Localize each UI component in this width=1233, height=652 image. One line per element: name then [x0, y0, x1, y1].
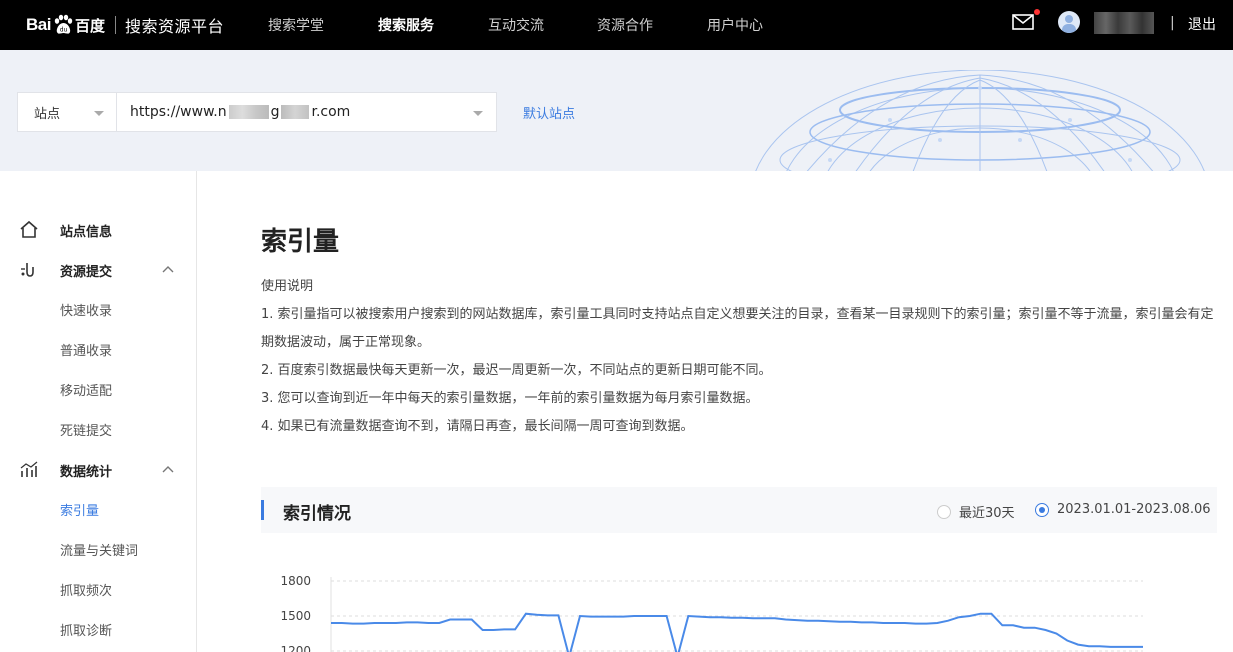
- url-prefix: https://www.: [130, 104, 218, 120]
- chevron-down-icon: [473, 111, 483, 116]
- sidebar-group-label: 站点信息: [60, 225, 113, 240]
- nav-search-service[interactable]: 搜索服务: [378, 15, 434, 35]
- notes-heading: 使用说明: [261, 279, 314, 294]
- username-redacted[interactable]: [1094, 12, 1154, 34]
- index-volume-chart: 1800 1500 1200: [280, 574, 1143, 652]
- sidebar-item-fast-index[interactable]: 快速收录: [60, 300, 112, 319]
- home-icon: [20, 220, 38, 238]
- y-tick-label: 1200: [280, 644, 311, 652]
- y-tick-label: 1500: [280, 609, 311, 623]
- site-type-select[interactable]: 站点: [17, 92, 116, 132]
- note-2: 2. 百度索引数据最快每天更新一次，最迟一周更新一次，不同站点的更新日期可能不同…: [261, 363, 772, 378]
- sidebar-item-crawl-diagnosis[interactable]: 抓取诊断: [60, 620, 112, 639]
- avatar[interactable]: [1058, 11, 1080, 33]
- site-type-label: 站点: [34, 106, 61, 122]
- section-accent-bar: [261, 500, 264, 520]
- radio-last-30-days[interactable]: 最近30天: [937, 502, 1015, 521]
- link-icon: [21, 263, 34, 277]
- sidebar-item-crawl-frequency[interactable]: 抓取频次: [60, 580, 112, 599]
- platform-title: 搜索资源平台: [124, 17, 224, 36]
- globe-decoration: [755, 70, 1205, 171]
- index-volume-series-line[interactable]: [331, 612, 1143, 652]
- paw-icon: du: [54, 14, 73, 34]
- sidebar-item-index-volume[interactable]: 索引量: [60, 500, 99, 519]
- url-part-2: g: [270, 104, 280, 120]
- usage-notes: 使用说明 1. 索引量指可以被搜索用户搜索到的网站数据库，索引量工具同时支持站点…: [261, 273, 1221, 441]
- sidebar-group-label: 资源提交: [60, 265, 113, 280]
- url-suffix: r.com: [311, 104, 351, 120]
- nav-interaction[interactable]: 互动交流: [488, 15, 544, 35]
- logo-separator: [114, 16, 116, 34]
- site-url-select[interactable]: https://www. n g r.com: [116, 92, 497, 132]
- bar-chart-icon: [20, 461, 38, 477]
- radio-circle: [1035, 502, 1049, 517]
- logo-du-text: 百度: [74, 16, 105, 35]
- chevron-up-icon: [162, 266, 174, 273]
- sidebar-group-resource-submit[interactable]: 资源提交: [0, 255, 196, 285]
- default-site-link[interactable]: 默认站点: [523, 103, 575, 122]
- notification-dot: [1034, 9, 1040, 15]
- radio-circle: [937, 504, 951, 519]
- site-banner: 站点 https://www. n g r.com 默认站点: [0, 50, 1233, 171]
- nav-search-academy[interactable]: 搜索学堂: [268, 15, 324, 35]
- y-tick-label: 1800: [280, 574, 311, 588]
- svg-text:du: du: [60, 27, 68, 34]
- sidebar-item-site-info[interactable]: 站点信息: [0, 215, 196, 245]
- top-navigation-bar: Bai du 百度 搜索资源平台 搜索学堂 搜索服务 互动交流 资源合作 用户中…: [0, 0, 1233, 50]
- sidebar-item-traffic-keywords[interactable]: 流量与关键词: [60, 540, 138, 559]
- note-1: 1. 索引量指可以被搜索用户搜索到的网站数据库，索引量工具同时支持站点自定义想要…: [261, 307, 1214, 350]
- note-3: 3. 您可以查询到近一年中每天的索引量数据，一年前的索引量数据为每月索引量数据。: [261, 391, 759, 406]
- sidebar-item-normal-index[interactable]: 普通收录: [60, 340, 112, 359]
- url-redacted-2: [281, 105, 310, 119]
- index-section-header: 索引情况 最近30天 2023.01.01-2023.08.06: [261, 487, 1217, 533]
- sidebar: 站点信息 资源提交 快速收录 普通收录 移动适配 死链提交 数据统计 索引量 流…: [0, 171, 197, 652]
- sidebar-group-data-stats[interactable]: 数据统计: [0, 455, 196, 485]
- radio-label: 最近30天: [959, 506, 1015, 521]
- mail-icon[interactable]: [1012, 13, 1034, 31]
- nav-user-center[interactable]: 用户中心: [707, 15, 763, 35]
- logout-link[interactable]: 退出: [1188, 14, 1216, 34]
- section-title: 索引情况: [283, 504, 351, 524]
- chevron-down-icon: [94, 111, 104, 116]
- radio-label: 2023.01.01-2023.08.06: [1057, 502, 1211, 517]
- nav-resource-cooperation[interactable]: 资源合作: [597, 15, 653, 35]
- chevron-up-icon: [162, 466, 174, 473]
- url-redacted-1: [228, 105, 269, 119]
- sidebar-item-dead-link[interactable]: 死链提交: [60, 420, 112, 439]
- page-title: 索引量: [261, 227, 340, 257]
- baidu-logo[interactable]: Bai du 百度 搜索资源平台: [26, 12, 224, 38]
- radio-date-range[interactable]: 2023.01.01-2023.08.06: [1035, 502, 1211, 517]
- nav-divider: |: [1170, 15, 1175, 31]
- sidebar-group-label: 数据统计: [60, 465, 113, 480]
- sidebar-item-mobile-adapt[interactable]: 移动适配: [60, 380, 112, 399]
- url-part-1: n: [217, 104, 227, 120]
- logo-bai-text: Bai: [26, 15, 51, 34]
- main-content: 索引量 使用说明 1. 索引量指可以被搜索用户搜索到的网站数据库，索引量工具同时…: [197, 171, 1233, 652]
- note-4: 4. 如果已有流量数据查询不到，请隔日再查，最长间隔一周可查询到数据。: [261, 419, 694, 434]
